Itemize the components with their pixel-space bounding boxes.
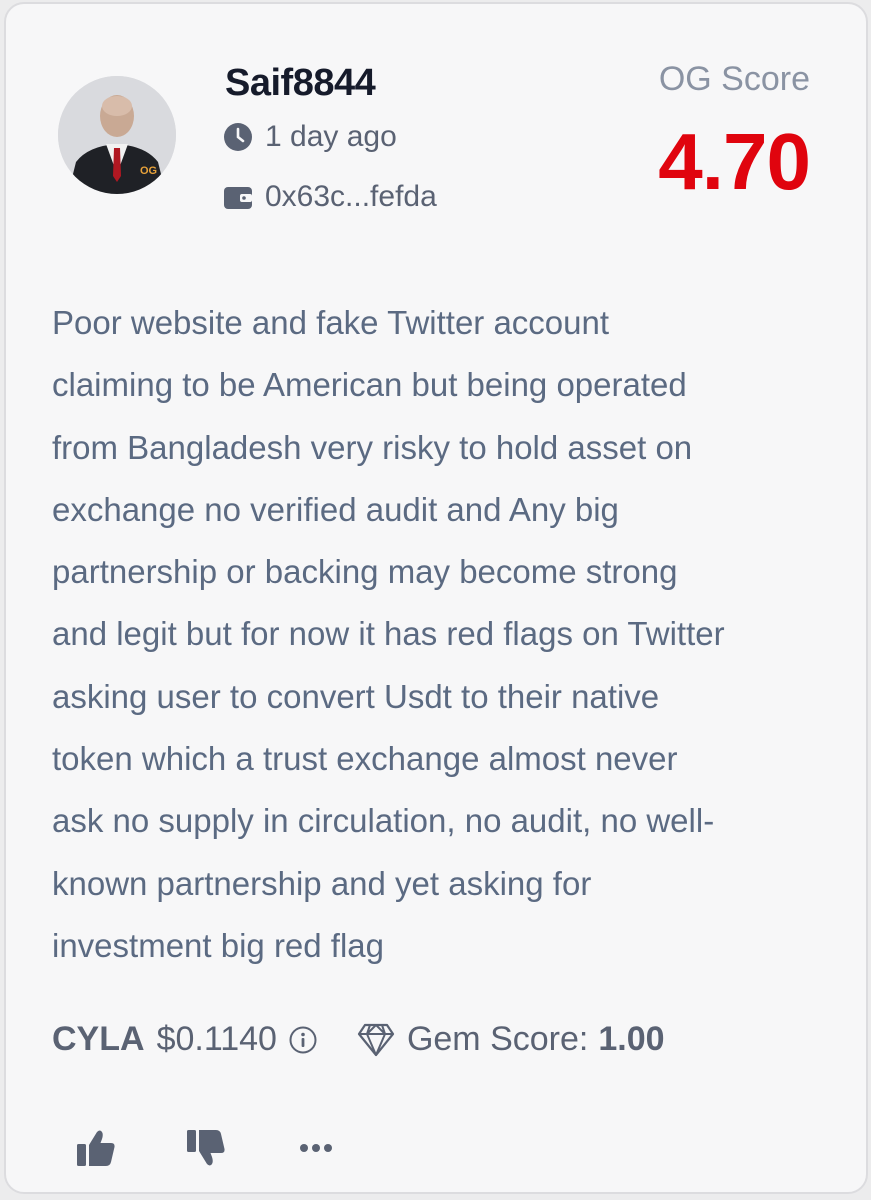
dislike-button[interactable] (182, 1124, 230, 1172)
review-line: ask no supply in circulation, no audit, … (52, 802, 715, 840)
diamond-icon (357, 1023, 395, 1057)
thumbs-down-icon (187, 1130, 225, 1166)
review-card: OG Saif8844 1 day ago 0x63c...fefda OG S… (4, 2, 868, 1194)
review-line: known partnership and yet asking for (52, 864, 592, 902)
review-line: claiming to be American but being operat… (52, 366, 687, 404)
avatar-image: OG (58, 76, 176, 194)
clock-icon (223, 122, 253, 152)
review-line: and legit but for now it has red flags o… (52, 615, 725, 653)
review-text: Poor website and fake Twitter account cl… (52, 292, 842, 977)
time-ago: 1 day ago (265, 120, 397, 153)
token-price: $0.1140 (156, 1020, 277, 1058)
review-line: investment big red flag (52, 926, 385, 964)
wallet-row: 0x63c...fefda (223, 180, 437, 214)
username[interactable]: Saif8844 (225, 62, 376, 105)
gem-score: Gem Score: 1.00 (357, 1020, 665, 1059)
wallet-icon (223, 182, 253, 212)
review-line: asking user to convert Usdt to their nat… (52, 677, 660, 715)
og-score-value: 4.70 (658, 117, 811, 206)
token-row: CYLA $0.1140 Gem Score: 1.00 (52, 1020, 665, 1059)
more-icon (300, 1144, 332, 1152)
token-ticker[interactable]: CYLA (52, 1020, 145, 1059)
thumbs-up-icon (77, 1130, 115, 1166)
review-line: token which a trust exchange almost neve… (52, 740, 678, 778)
like-button[interactable] (72, 1124, 120, 1172)
avatar-badge: OG (140, 165, 157, 177)
gem-score-label: Gem Score: (406, 1020, 589, 1058)
time-row: 1 day ago (223, 120, 397, 154)
more-button[interactable] (292, 1124, 340, 1172)
info-icon[interactable] (289, 1026, 317, 1054)
review-line: exchange no verified audit and Any big (52, 490, 619, 528)
review-line: partnership or backing may become strong (52, 553, 678, 591)
avatar[interactable]: OG (58, 76, 176, 194)
gem-score-value: 1.00 (598, 1020, 665, 1058)
review-line: Poor website and fake Twitter account (52, 304, 610, 341)
action-bar (72, 1124, 340, 1172)
wallet-address[interactable]: 0x63c...fefda (265, 180, 437, 214)
review-line: from Bangladesh very risky to hold asset… (52, 428, 693, 466)
og-score-label: OG Score (658, 60, 810, 98)
